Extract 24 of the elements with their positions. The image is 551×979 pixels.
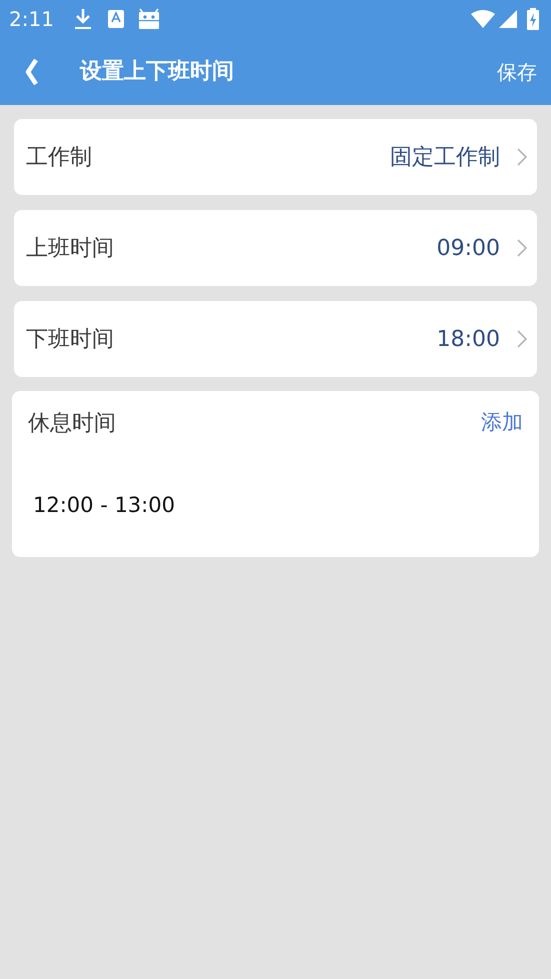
setting-value: 固定工作制 — [390, 144, 500, 172]
setting-label: 下班时间 — [26, 326, 114, 354]
signal-icon — [499, 10, 517, 28]
setting-value: 09:00 — [436, 234, 500, 262]
chevron-icon — [517, 148, 527, 166]
wifi-icon — [471, 10, 495, 28]
setting-label: 上班时间 — [26, 234, 114, 262]
chevron-icon — [517, 330, 527, 348]
section-title: 休息时间 — [28, 410, 116, 438]
page-title: 设置上下班时间 — [80, 58, 234, 86]
back-icon[interactable] — [24, 58, 40, 86]
android-icon — [138, 8, 160, 30]
setting-row[interactable]: 工作制 固定工作制 — [14, 119, 537, 195]
setting-label: 工作制 — [26, 144, 92, 172]
status-time: 2:11 — [9, 6, 54, 33]
font-app-icon — [108, 10, 124, 28]
setting-value: 18:00 — [436, 326, 500, 354]
break-period: 12:00 - 13:00 — [33, 492, 176, 519]
battery-icon — [527, 8, 539, 30]
setting-row[interactable]: 上班时间 09:00 — [14, 210, 537, 286]
download-icon — [74, 8, 92, 30]
setting-row[interactable]: 下班时间 18:00 — [14, 301, 537, 377]
chevron-icon — [517, 239, 527, 257]
add-button[interactable]: 添加 — [481, 407, 523, 438]
